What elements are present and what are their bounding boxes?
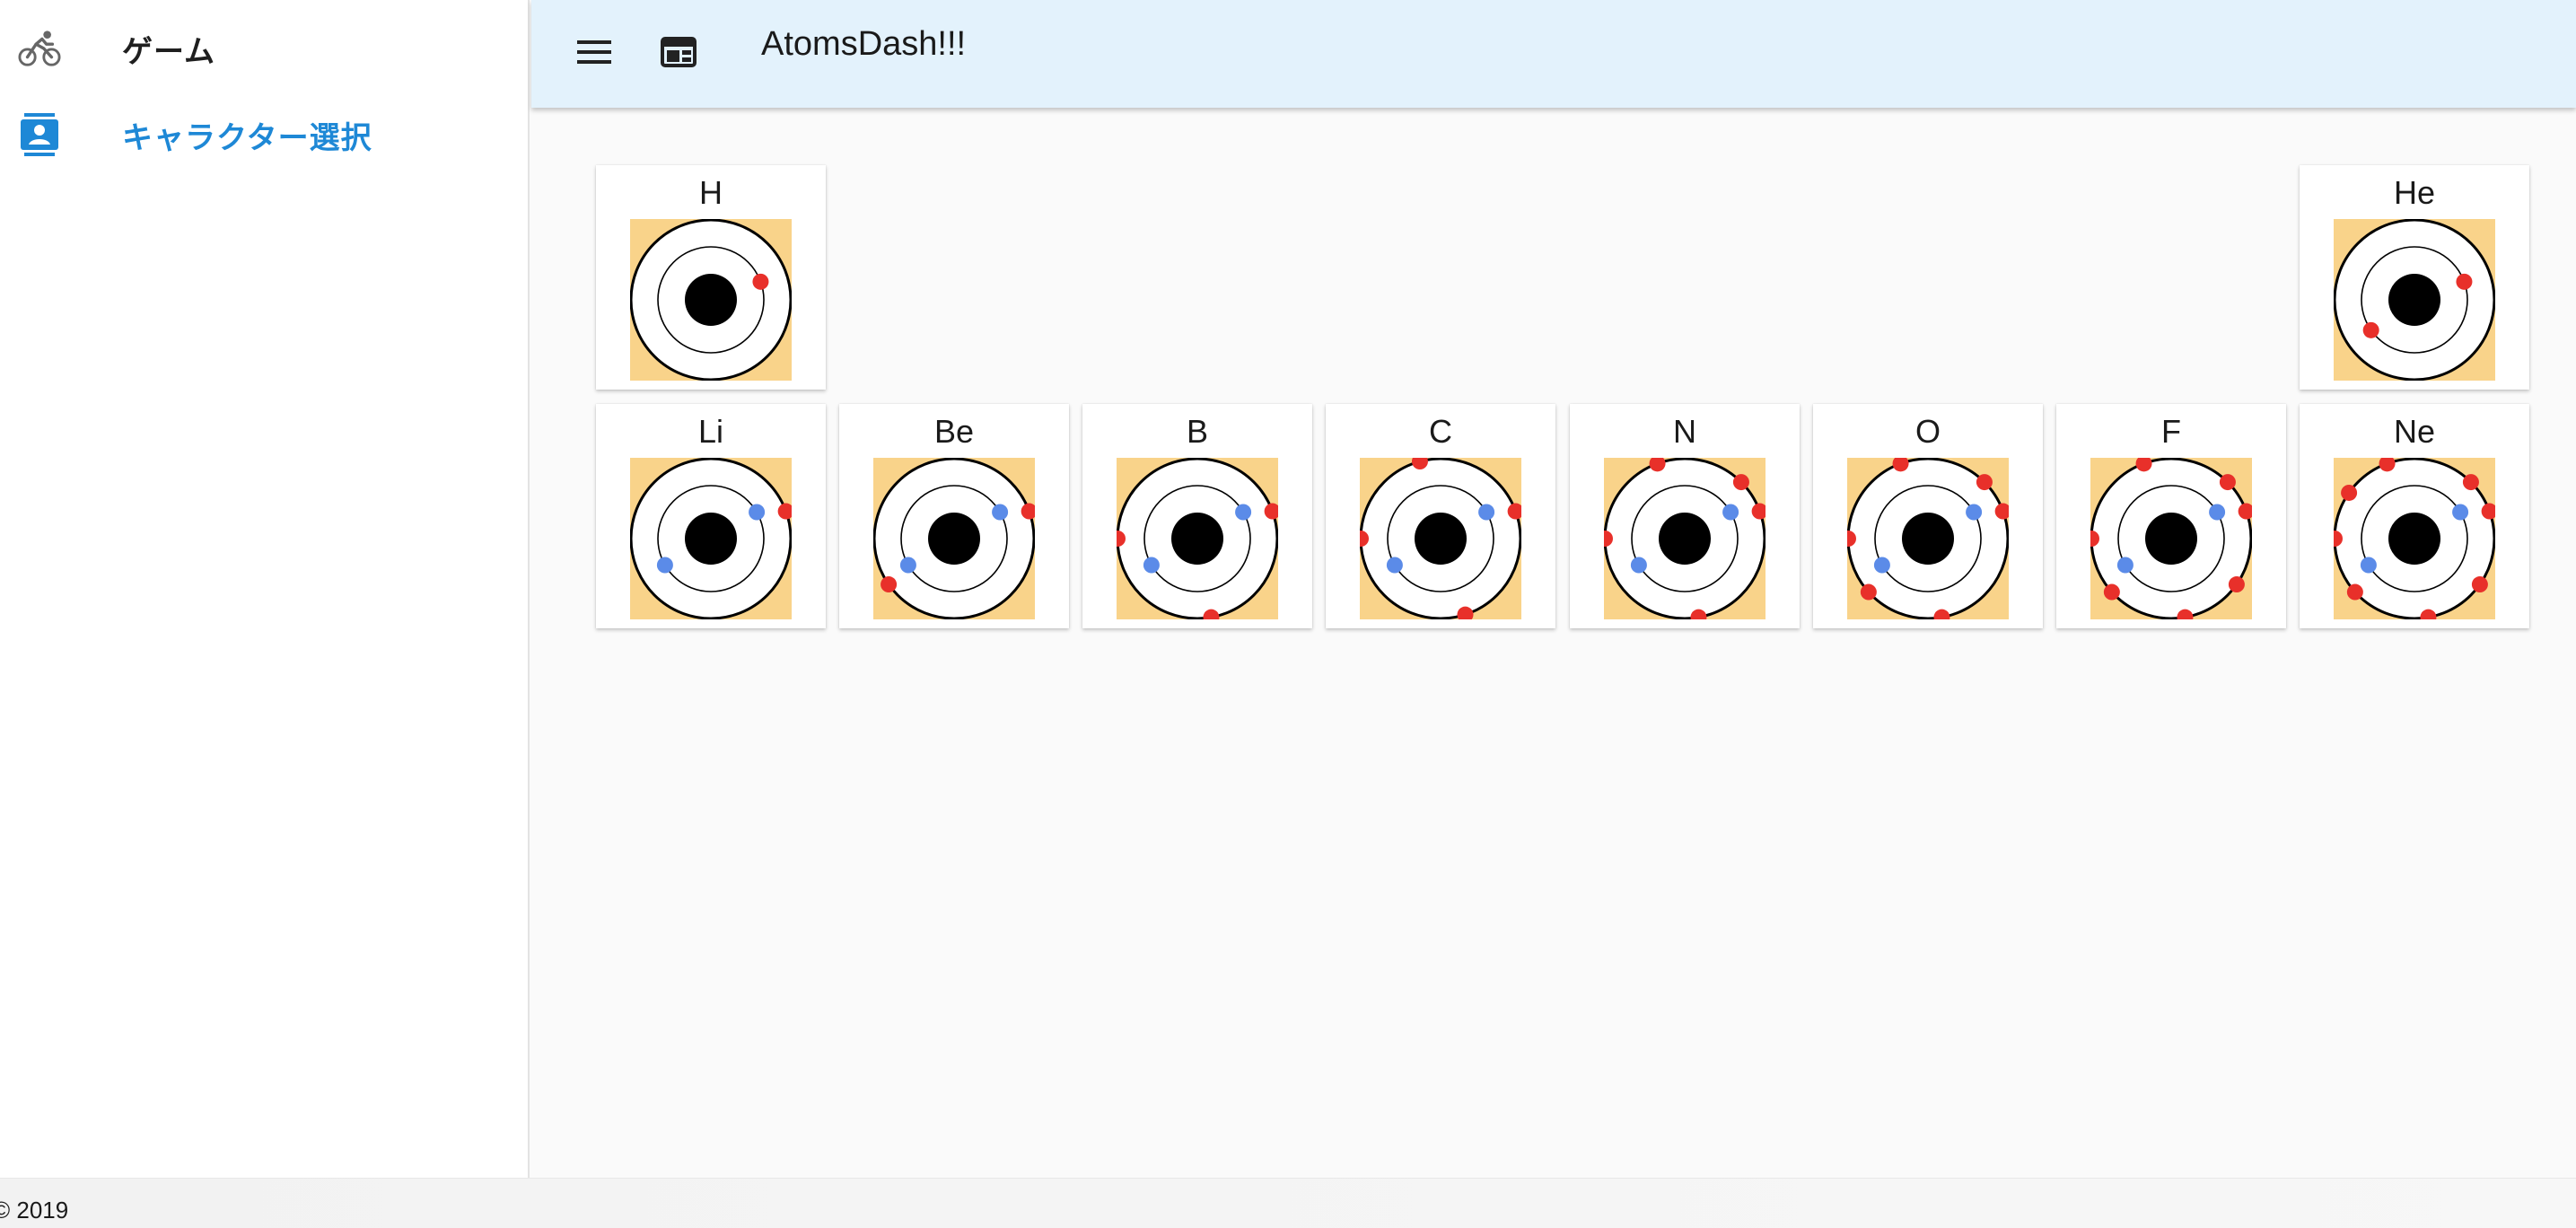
sidebar-item-label: ゲーム <box>122 33 215 70</box>
nucleus <box>2388 513 2440 565</box>
element-symbol: O <box>1914 413 1941 450</box>
element-card-c[interactable]: C <box>1326 404 1555 628</box>
outer-electron <box>752 273 769 290</box>
outer-electron <box>1976 474 1993 491</box>
inner-electron <box>1873 557 1890 574</box>
element-card-b[interactable]: B <box>1082 404 1312 628</box>
nucleus <box>928 513 980 565</box>
nucleus <box>1171 513 1223 565</box>
element-card-be[interactable]: Be <box>839 404 1069 628</box>
element-symbol: N <box>1673 413 1696 450</box>
inner-electron <box>2116 557 2134 574</box>
outer-electron <box>2219 474 2236 491</box>
element-card-li[interactable]: Li <box>596 404 826 628</box>
element-symbol: Li <box>697 413 724 450</box>
inner-electron <box>1235 504 1252 521</box>
atom-diagram <box>1360 458 1521 619</box>
copyright-text: © 2019 <box>0 1197 69 1224</box>
atom-diagram <box>630 458 792 619</box>
nucleus <box>2145 513 2197 565</box>
element-card-f[interactable]: F <box>2056 404 2286 628</box>
nucleus <box>685 513 737 565</box>
menu-icon <box>577 40 611 64</box>
outer-electron <box>2471 576 2488 593</box>
inner-electron <box>2360 557 2377 574</box>
nucleus <box>2388 274 2440 326</box>
inner-electron <box>1478 504 1495 521</box>
inner-electron <box>899 557 916 574</box>
atom-diagram <box>2090 458 2252 619</box>
inner-electron <box>1966 504 1983 521</box>
outer-electron <box>2103 583 2120 601</box>
element-symbol: He <box>2393 174 2436 211</box>
element-card-n[interactable]: N <box>1570 404 1800 628</box>
inner-electron <box>2209 504 2226 521</box>
atom-diagram <box>1604 458 1766 619</box>
outer-electron <box>2456 273 2473 290</box>
nucleus <box>1902 513 1954 565</box>
sidebar-item-character-select[interactable]: キャラクター選択 <box>0 92 528 178</box>
atom-diagram <box>1847 458 2009 619</box>
outer-electron <box>881 576 898 593</box>
web-layout-icon <box>661 37 697 67</box>
inner-electron <box>656 557 673 574</box>
layout-toggle-button[interactable] <box>653 27 704 77</box>
outer-electron <box>2228 576 2245 593</box>
inner-electron <box>1630 557 1647 574</box>
menu-button[interactable] <box>569 27 619 77</box>
atom-diagram <box>2334 458 2495 619</box>
sidebar-item-label: キャラクター選択 <box>122 119 372 156</box>
element-symbol: H <box>699 174 723 211</box>
outer-electron <box>2462 474 2479 491</box>
inner-electron <box>2452 504 2469 521</box>
element-symbol: B <box>1186 413 1208 450</box>
atom-diagram <box>630 219 792 381</box>
nucleus <box>1415 513 1467 565</box>
outer-electron <box>1732 474 1749 491</box>
nucleus <box>1659 513 1711 565</box>
app-title: AtomsDash!!! <box>761 25 967 63</box>
inner-electron <box>1143 557 1160 574</box>
outer-electron <box>2346 583 2363 601</box>
element-card-he[interactable]: He <box>2300 165 2529 390</box>
outer-electron <box>1860 583 1877 601</box>
footer: © 2019 <box>0 1178 2576 1228</box>
element-card-o[interactable]: O <box>1813 404 2043 628</box>
nucleus <box>685 274 737 326</box>
element-card-ne[interactable]: Ne <box>2300 404 2529 628</box>
inner-electron <box>749 504 766 521</box>
element-symbol: F <box>2161 413 2181 450</box>
atom-diagram <box>873 458 1035 619</box>
element-symbol: Be <box>933 413 975 450</box>
atom-diagram <box>1117 458 1278 619</box>
outer-electron <box>2341 484 2358 501</box>
bike-icon <box>18 27 61 70</box>
sidebar-item-game[interactable]: ゲーム <box>0 5 528 92</box>
inner-electron <box>992 504 1009 521</box>
element-symbol: Ne <box>2393 413 2436 450</box>
element-card-h[interactable]: H <box>596 165 826 390</box>
inner-electron <box>1722 504 1739 521</box>
element-symbol: C <box>1429 413 1452 450</box>
outer-electron <box>2362 321 2379 338</box>
contact-card-icon <box>18 113 61 156</box>
app-header: AtomsDash!!! <box>531 0 2576 108</box>
sidebar: ゲーム キャラクター選択 <box>0 0 530 1178</box>
inner-electron <box>1386 557 1403 574</box>
atom-diagram <box>2334 219 2495 381</box>
